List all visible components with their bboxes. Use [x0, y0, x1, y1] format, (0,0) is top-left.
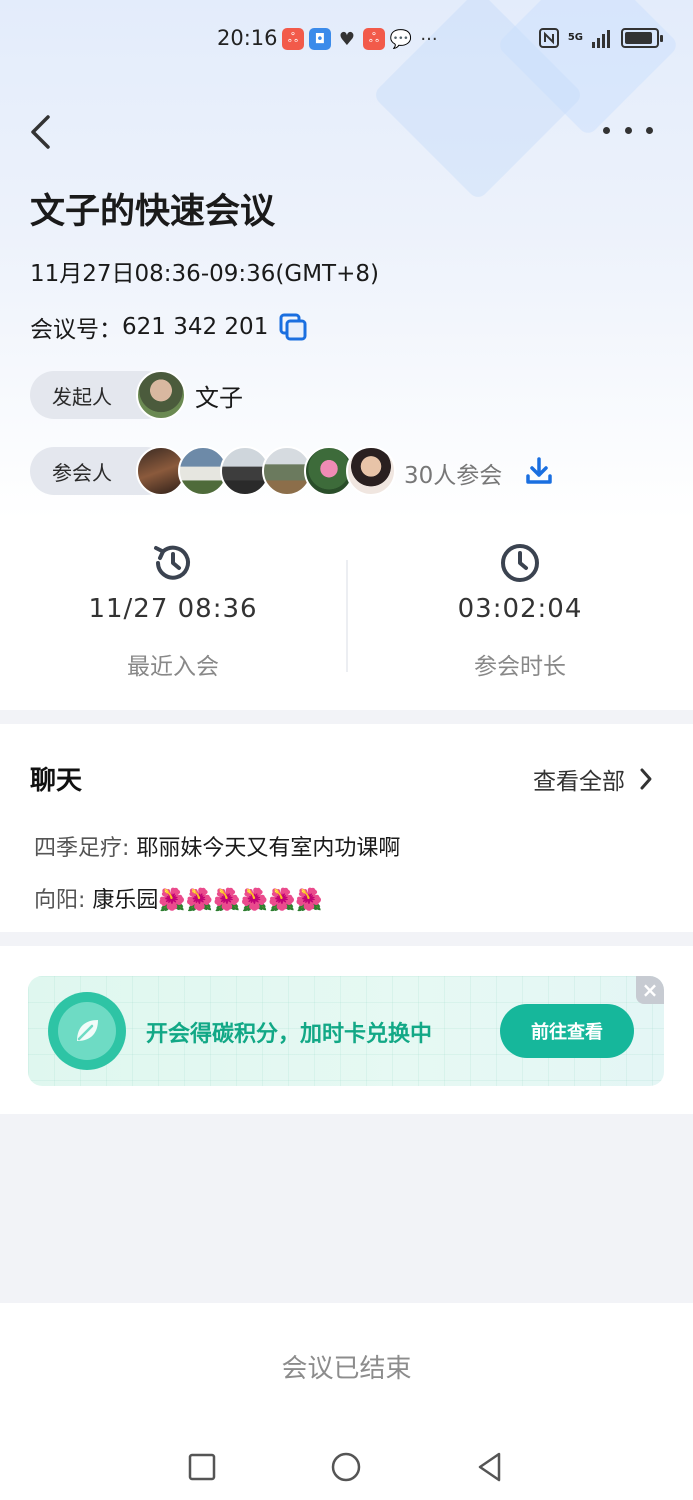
view-all-button[interactable]: 查看全部 — [533, 762, 653, 796]
meeting-ended-status: 会议已结束 — [0, 1303, 693, 1429]
app-notification-icon-2: ஃ — [363, 28, 385, 50]
page-title: 文子的快速会议 — [30, 192, 276, 232]
dot-icon — [646, 126, 653, 134]
view-all-label: 查看全部 — [533, 769, 625, 795]
host-name: 文子 — [195, 384, 243, 412]
meeting-id-row: 会议号： 621 342 201 — [30, 310, 308, 344]
network-type: 5G — [567, 32, 583, 43]
promo-view-button[interactable]: 前往查看 — [500, 1004, 634, 1058]
heart-notification-icon: ♥ — [338, 28, 356, 50]
back-button[interactable] — [28, 110, 68, 154]
message-text: 康乐园🌺🌺🌺🌺🌺🌺 — [92, 888, 323, 913]
stat-duration: 03:02:04 参会时长 — [347, 520, 693, 710]
close-icon[interactable]: × — [636, 976, 664, 1004]
chat-message: 四季足疗: 耶丽妹今天又有室内功课啊 — [34, 830, 400, 862]
participant-avatar[interactable] — [346, 446, 396, 496]
more-notifications-icon: ··· — [420, 28, 438, 50]
duration-value: 03:02:04 — [457, 594, 583, 624]
duration-label: 参会时长 — [474, 654, 566, 680]
status-bar: 20:16 ஃ ◘ ♥ ஃ 💬 ··· 5G — [0, 20, 693, 60]
last-join-value: 11/27 08:36 — [88, 594, 258, 624]
more-options-button[interactable] — [603, 118, 653, 142]
meeting-stats: 11/27 08:36 最近入会 03:02:04 参会时长 — [0, 520, 693, 710]
meeting-time-range: 11月27日08:36-09:36(GMT+8) — [30, 261, 379, 287]
participants-label: 参会人 — [52, 460, 112, 485]
system-nav-bar — [0, 1429, 693, 1500]
promo-text: 开会得碳积分，加时卡兑换中 — [146, 1022, 433, 1047]
chat-message: 向阳: 康乐园🌺🌺🌺🌺🌺🌺 — [34, 882, 323, 914]
chevron-left-icon — [31, 115, 50, 149]
chat-section: 聊天 查看全部 四季足疗: 耶丽妹今天又有室内功课啊 向阳: 康乐园🌺🌺🌺🌺🌺🌺 — [0, 724, 693, 932]
message-text: 耶丽妹今天又有室内功课啊 — [136, 836, 401, 861]
recent-apps-icon[interactable] — [182, 1447, 222, 1487]
promo-banner[interactable]: 开会得碳积分，加时卡兑换中 前往查看 × — [28, 976, 664, 1086]
clock-icon — [501, 544, 539, 582]
app-notification-icon: ஃ — [282, 28, 304, 50]
message-sender: 四季足疗: — [34, 836, 137, 861]
status-time: 20:16 — [217, 26, 278, 50]
status-right-group: 5G — [538, 27, 663, 49]
chevron-right-icon — [640, 768, 652, 790]
meeting-id-label: 会议号： — [30, 317, 122, 343]
dot-icon — [603, 126, 610, 134]
back-nav-icon[interactable] — [470, 1447, 510, 1487]
host-label: 发起人 — [52, 384, 112, 409]
home-icon[interactable] — [326, 1447, 366, 1487]
dot-icon — [624, 126, 632, 134]
leaf-icon — [48, 992, 126, 1070]
last-join-label: 最近入会 — [127, 654, 219, 680]
copy-icon[interactable] — [278, 312, 308, 342]
nfc-icon — [538, 28, 559, 48]
chat-title: 聊天 — [30, 760, 82, 799]
stat-last-join: 11/27 08:36 最近入会 — [0, 520, 346, 710]
chat-notification-icon: 💬 — [389, 28, 413, 50]
download-icon[interactable] — [524, 456, 554, 486]
participant-count[interactable]: 30人参会 — [404, 456, 502, 490]
history-icon — [154, 545, 190, 580]
host-avatar[interactable] — [136, 370, 186, 420]
signal-icon — [592, 30, 610, 48]
meeting-id-value: 621 342 201 — [122, 314, 269, 340]
promo-section: 开会得碳积分，加时卡兑换中 前往查看 × — [0, 946, 693, 1114]
shield-notification-icon: ◘ — [309, 28, 331, 50]
battery-icon — [621, 28, 663, 48]
message-sender: 向阳: — [34, 888, 93, 913]
